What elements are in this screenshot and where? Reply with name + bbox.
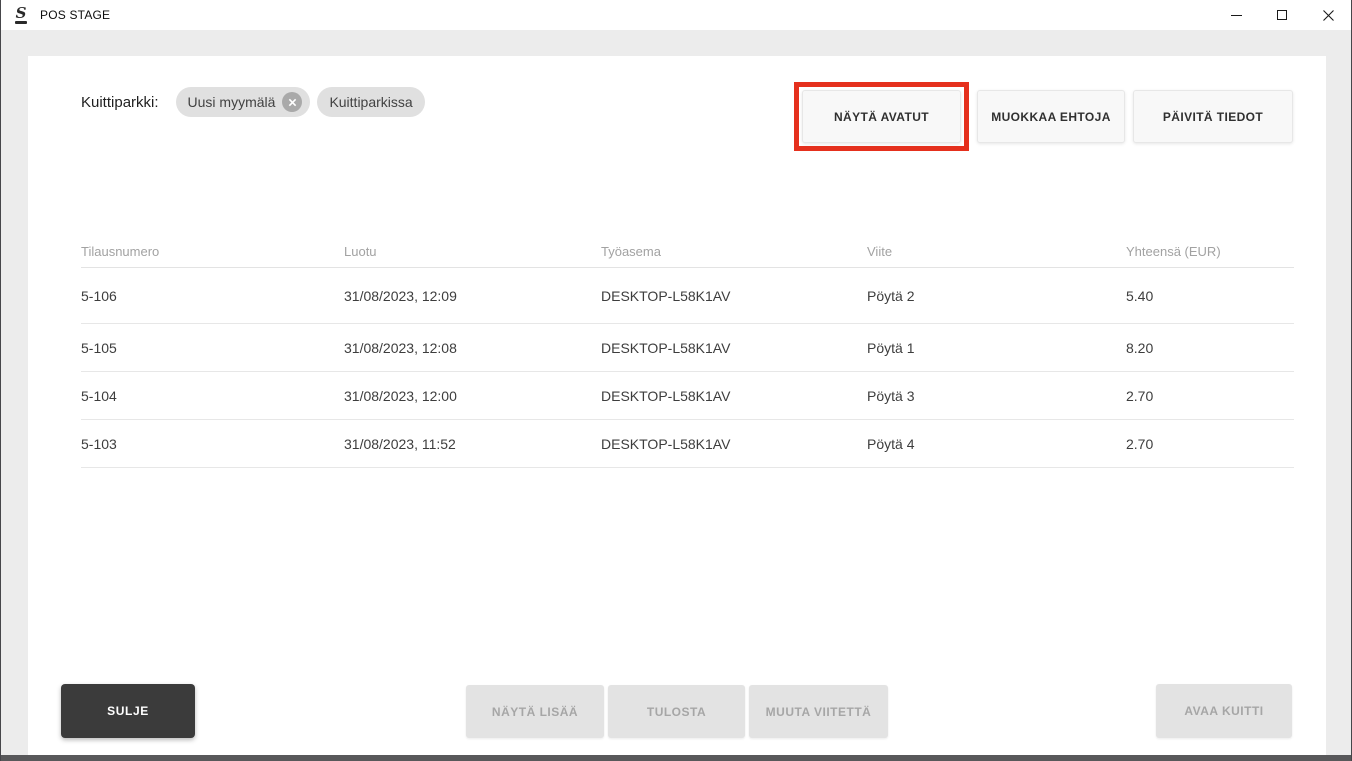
close-icon [1322, 9, 1334, 21]
reference-cell: Pöytä 4 [867, 435, 915, 452]
created-cell: 31/08/2023, 12:00 [344, 387, 457, 404]
reference-cell: Pöytä 3 [867, 387, 915, 404]
maximize-button[interactable] [1259, 0, 1305, 30]
receipts-table: Tilausnumero Luotu Työasema Viite Yhteen… [81, 236, 1294, 468]
created-cell: 31/08/2023, 12:09 [344, 287, 457, 304]
edit-conditions-button[interactable]: MUOKKAA EHTOJA [977, 90, 1125, 143]
chip-label: Kuittiparkissa [329, 94, 413, 110]
workstation-cell: DESKTOP-L58K1AV [601, 287, 731, 304]
filter-chip-store[interactable]: Uusi myymälä [175, 87, 311, 117]
window-controls [1213, 0, 1351, 30]
open-receipt-button[interactable]: AVAA KUITTI [1156, 684, 1292, 738]
filter-chip-status[interactable]: Kuittiparkissa [317, 87, 425, 117]
app-window: S POS STAGE Kuittiparkki: Uusi myymälä K… [0, 0, 1352, 761]
change-reference-button[interactable]: MUUTA VIITETTÄ [749, 685, 888, 738]
toolbar: NÄYTÄ AVATUT MUOKKAA EHTOJA PÄIVITÄ TIED… [794, 82, 1293, 151]
column-header-workstation: Työasema [601, 244, 661, 259]
maximize-icon [1277, 10, 1287, 20]
x-glyph [288, 98, 297, 106]
show-more-button[interactable]: NÄYTÄ LISÄÄ [466, 685, 604, 738]
workstation-cell: DESKTOP-L58K1AV [601, 387, 731, 404]
workstation-cell: DESKTOP-L58K1AV [601, 339, 731, 356]
workstation-cell: DESKTOP-L58K1AV [601, 435, 731, 452]
total-cell: 5.40 [1126, 287, 1154, 304]
order-number-cell: 5-105 [81, 339, 117, 356]
reference-cell: Pöytä 2 [867, 287, 915, 304]
close-button[interactable] [1305, 0, 1351, 30]
column-header-order-number: Tilausnumero [81, 244, 160, 259]
column-header-total: Yhteensä (EUR) [1126, 244, 1221, 259]
total-cell: 2.70 [1126, 387, 1154, 404]
close-dialog-button[interactable]: SULJE [61, 684, 195, 738]
total-cell: 8.20 [1126, 339, 1154, 356]
window-title: POS STAGE [40, 8, 111, 22]
reference-cell: Pöytä 1 [867, 339, 915, 356]
app-logo-base [15, 20, 27, 24]
table-header-row: Tilausnumero Luotu Työasema Viite Yhteen… [81, 236, 1294, 268]
annotation-highlight-box: NÄYTÄ AVATUT [794, 82, 969, 151]
table-row[interactable]: 5-103 31/08/2023, 11:52 DESKTOP-L58K1AV … [81, 420, 1294, 468]
table-row[interactable]: 5-106 31/08/2023, 12:09 DESKTOP-L58K1AV … [81, 268, 1294, 324]
created-cell: 31/08/2023, 12:08 [344, 339, 457, 356]
print-button[interactable]: TULOSTA [608, 685, 745, 738]
order-number-cell: 5-103 [81, 435, 117, 452]
chip-remove-icon[interactable] [282, 92, 303, 112]
title-bar: S POS STAGE [1, 0, 1351, 30]
show-open-button[interactable]: NÄYTÄ AVATUT [802, 90, 961, 143]
minimize-button[interactable] [1213, 0, 1259, 30]
created-cell: 31/08/2023, 11:52 [344, 435, 456, 452]
column-header-reference: Viite [867, 244, 893, 259]
table-row[interactable]: 5-104 31/08/2023, 12:00 DESKTOP-L58K1AV … [81, 372, 1294, 420]
order-number-cell: 5-106 [81, 287, 117, 304]
main-card: Kuittiparkki: Uusi myymälä Kuittiparkiss… [28, 56, 1326, 755]
filter-label: Kuittiparkki: [81, 93, 159, 111]
column-header-created: Luotu [344, 244, 377, 259]
app-logo-icon: S [10, 4, 32, 26]
minimize-icon [1230, 14, 1242, 16]
table-row[interactable]: 5-105 31/08/2023, 12:08 DESKTOP-L58K1AV … [81, 324, 1294, 372]
total-cell: 2.70 [1126, 435, 1154, 452]
chip-label: Uusi myymälä [187, 94, 276, 110]
app-logo-letter: S [15, 3, 27, 22]
order-number-cell: 5-104 [81, 387, 117, 404]
footer-action-group: NÄYTÄ LISÄÄ TULOSTA MUUTA VIITETTÄ [466, 685, 888, 738]
refresh-data-button[interactable]: PÄIVITÄ TIEDOT [1133, 90, 1293, 143]
taskbar-edge [1, 755, 1351, 761]
filter-area: Kuittiparkki: Uusi myymälä Kuittiparkiss… [81, 87, 432, 117]
content-frame: Kuittiparkki: Uusi myymälä Kuittiparkiss… [1, 30, 1351, 755]
title-bar-left: S POS STAGE [1, 4, 110, 26]
